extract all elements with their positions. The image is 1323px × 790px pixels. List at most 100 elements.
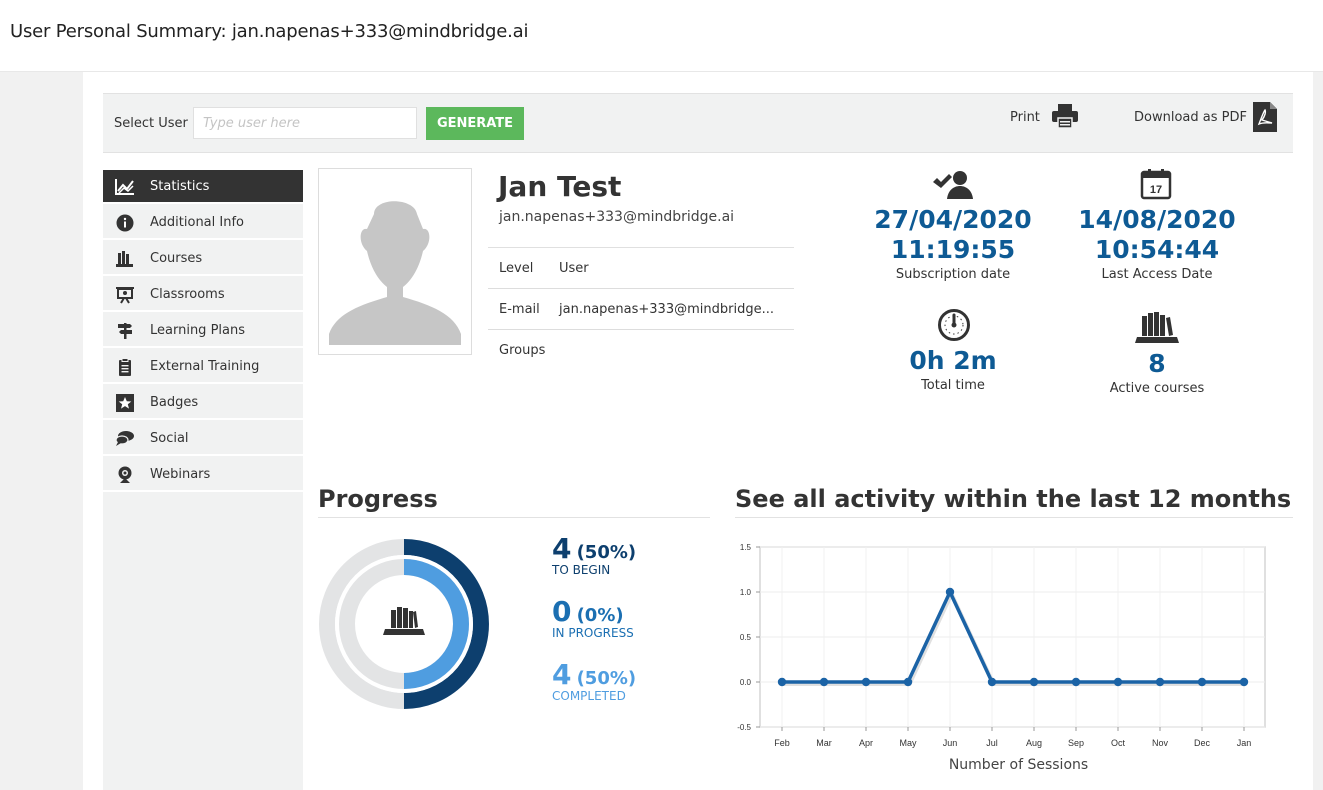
info-row-groups: Groups [488,329,794,370]
last-access-stat: 14/08/2020 10:54:44 Last Access Date [1057,205,1257,282]
activity-divider [735,517,1293,518]
active-courses-stat: 8 Active courses [1057,349,1257,396]
x-axis-label: Number of Sessions [949,757,1088,773]
subscription-date-stat: 27/04/2020 11:19:55 Subscription date [853,205,1053,282]
sidebar-item-label: Additional Info [150,215,244,230]
last-access-caption: Last Access Date [1101,267,1213,282]
completed-label: COMPLETED [552,689,626,703]
last-access-time: 10:54:44 [1094,235,1220,264]
sidebar-item-badges[interactable]: Badges [103,386,303,420]
info-value: User [559,261,589,276]
progress-in-progress: 0 (0%) IN PROGRESS [552,595,634,640]
info-key: Groups [499,343,546,358]
progress-donut-chart [319,539,489,709]
profile-name: Jan Test [498,170,622,203]
profile-email: jan.napenas+333@mindbridge.ai [499,209,735,225]
sidebar-item-label: Courses [150,251,203,266]
clipboard-icon [119,358,131,376]
sidebar-item-label: Classrooms [150,287,225,302]
data-point [903,677,913,687]
sidebar-item-learning-plans[interactable]: Learning Plans [103,314,303,348]
y-tick-label: -0.5 [737,723,751,732]
sidebar-item-classrooms[interactable]: Classrooms [103,278,303,312]
y-tick-label: 0.5 [740,633,752,642]
data-point [945,587,955,597]
sidebar-item-additional-info[interactable]: Additional Info [103,206,303,240]
signpost-icon [118,323,132,339]
subscription-caption: Subscription date [895,267,1011,282]
progress-completed: 4 (50%) COMPLETED [552,658,636,703]
data-point [1155,677,1165,687]
generate-button[interactable]: GENERATE [426,107,524,140]
x-tick-label: Mar [816,738,832,748]
left-gutter [0,72,83,790]
user-check-icon [933,171,973,199]
activity-title: See all activity within the last 12 mont… [735,485,1292,513]
right-gutter [1313,72,1323,790]
in-progress-count: 0 [552,595,572,628]
last-access-date: 14/08/2020 [1078,205,1236,234]
total-time-value: 0h 2m [909,346,997,375]
classroom-icon [116,287,134,304]
data-point [777,677,787,687]
select-user-label: Select User [114,116,188,131]
progress-to-begin: 4 (50%) TO BEGIN [552,532,636,577]
info-value: jan.napenas+333@mindbridge... [559,302,774,317]
data-point [861,677,871,687]
x-tick-label: Feb [774,738,790,748]
star-icon [116,394,134,412]
to-begin-count: 4 [552,532,572,565]
data-point [987,677,997,687]
sidebar-item-external-training[interactable]: External Training [103,350,303,384]
user-silhouette-icon [329,201,461,345]
books-icon [1135,312,1179,343]
subscription-date: 27/04/2020 [874,205,1032,234]
to-begin-label: TO BEGIN [552,563,611,577]
user-search-input[interactable] [193,107,417,139]
sidebar-item-social[interactable]: Social [103,422,303,456]
total-time-stat: 0h 2m Total time [853,346,1053,393]
sidebar: Statistics Additional Info Courses Class… [103,170,303,790]
total-time-caption: Total time [921,378,985,393]
info-key: Level [499,261,534,276]
info-row-level: Level User [488,247,794,288]
info-row-email: E-mail jan.napenas+333@mindbridge... [488,288,794,329]
sidebar-item-label: Webinars [150,467,211,482]
gauge-icon [938,309,970,341]
page-header: User Personal Summary: jan.napenas+333@m… [0,0,1323,72]
data-point [1071,677,1081,687]
active-courses-value: 8 [1148,349,1166,378]
print-label[interactable]: Print [1010,110,1040,125]
pdf-icon[interactable] [1253,102,1277,132]
page-title: User Personal Summary: jan.napenas+333@m… [10,21,529,42]
sidebar-item-webinars[interactable]: Webinars [103,458,303,492]
download-pdf-label[interactable]: Download as PDF [1134,110,1247,125]
subscription-time: 11:19:55 [890,235,1016,264]
to-begin-percent: (50%) [576,542,637,563]
x-tick-label: Aug [1026,738,1042,748]
in-progress-label: IN PROGRESS [552,626,634,640]
data-point [1029,677,1039,687]
avatar [318,168,472,355]
x-tick-label: Jun [943,738,958,748]
printer-icon[interactable] [1051,102,1079,130]
svg-text:17: 17 [1150,184,1162,196]
sidebar-item-label: Statistics [150,179,210,194]
y-tick-label: 1.5 [740,543,752,552]
sidebar-item-courses[interactable]: Courses [103,242,303,276]
webcam-icon [118,466,132,483]
info-key: E-mail [499,302,540,317]
data-point [1197,677,1207,687]
progress-title: Progress [318,485,438,513]
x-tick-label: May [899,738,917,748]
books-icon [116,251,133,267]
sidebar-item-label: Learning Plans [150,323,245,338]
sidebar-item-label: External Training [150,359,260,374]
x-tick-label: Sep [1068,738,1084,748]
sidebar-item-statistics[interactable]: Statistics [103,170,303,204]
active-courses-caption: Active courses [1109,381,1205,396]
x-tick-label: Nov [1152,738,1169,748]
chart-icon [115,179,134,195]
info-icon [116,214,134,232]
x-tick-label: Dec [1194,738,1211,748]
